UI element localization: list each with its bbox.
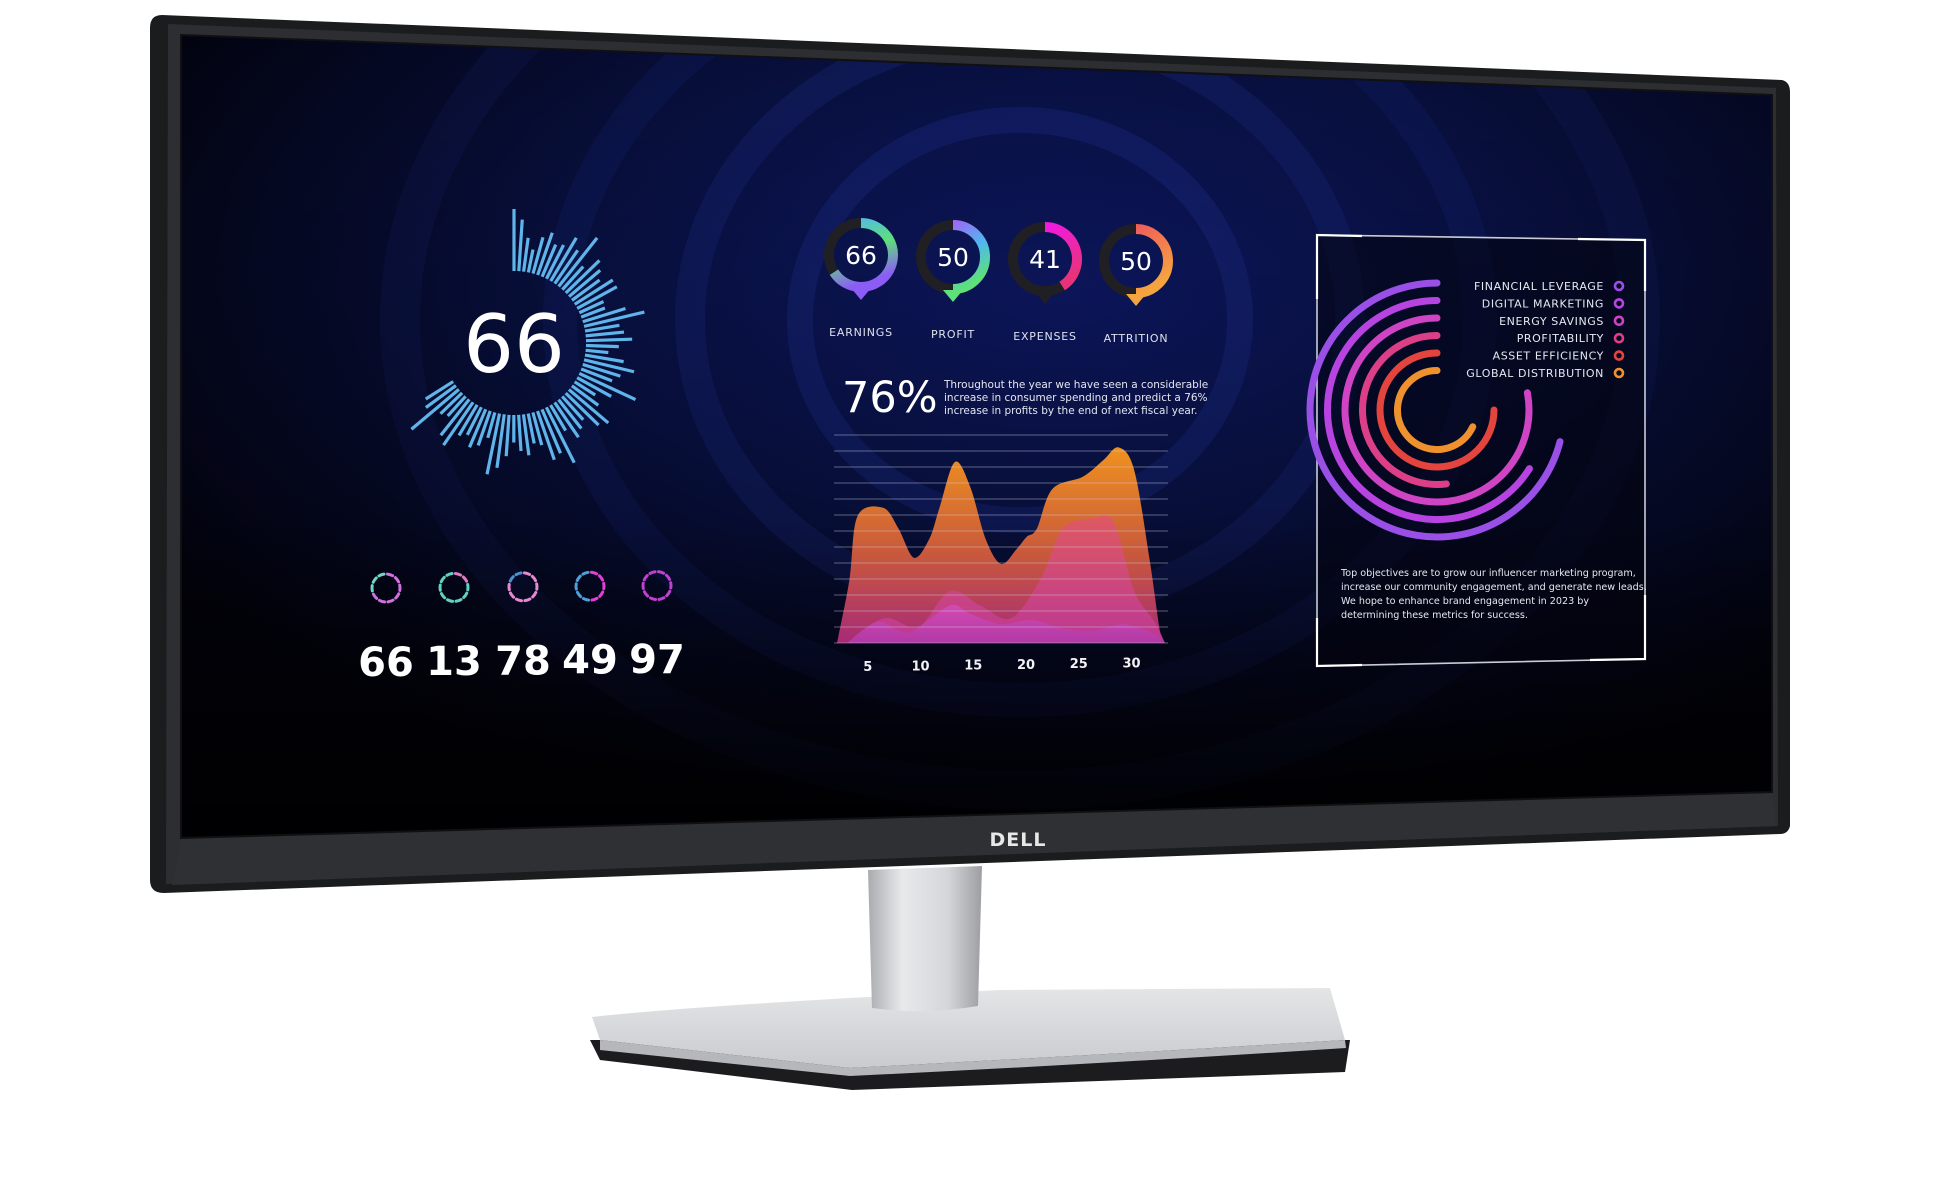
objectives-line-1: Top objectives are to grow our influence… bbox=[1340, 568, 1636, 579]
mini-stat-ring-segment bbox=[522, 571, 532, 576]
mini-stat-ring-segment bbox=[581, 570, 590, 576]
donut-value: 66 bbox=[845, 241, 877, 270]
gauge-value: 66 bbox=[463, 298, 565, 391]
mini-stat-ring-segment bbox=[514, 597, 524, 603]
mini-stat-ring-segment bbox=[648, 570, 657, 575]
objectives-line-2: increase our community engagement, and g… bbox=[1341, 582, 1647, 593]
monitor-stand bbox=[590, 866, 1350, 1090]
mini-stat-ring-segment bbox=[445, 572, 454, 577]
mini-stat-ring-segment bbox=[523, 597, 532, 603]
mini-stat-ring-segment bbox=[385, 572, 395, 578]
legend-label: GLOBAL DISTRIBUTION bbox=[1466, 367, 1604, 380]
monitor-product-scene: DELL 66 66 13 78 49 97 66 EARNINGS 50 PROFIT 41 E… bbox=[150, 15, 1790, 1090]
donut-label: EARNINGS bbox=[829, 326, 893, 339]
headline-line-3: increase in profits by the end of next f… bbox=[944, 405, 1198, 417]
legend-label: PROFITABILITY bbox=[1517, 332, 1604, 345]
legend-label: DIGITAL MARKETING bbox=[1482, 297, 1604, 310]
dell-logo: DELL bbox=[990, 829, 1047, 851]
mini-stat-ring-segment bbox=[589, 570, 599, 576]
mini-stat-ring-segment bbox=[648, 596, 658, 602]
objectives-panel: FINANCIAL LEVERAGE DIGITAL MARKETING ENERG… bbox=[1306, 233, 1647, 668]
mini-stat-value: 78 bbox=[495, 638, 551, 684]
mini-stat-ring-segment bbox=[377, 572, 386, 578]
x-tick-label: 10 bbox=[911, 659, 929, 674]
legend-label: ENERGY SAVINGS bbox=[1499, 315, 1604, 328]
mini-stat-ring-segment bbox=[445, 598, 455, 603]
x-tick-label: 15 bbox=[964, 659, 982, 674]
headline-percent: 76% bbox=[842, 373, 938, 423]
gauge-tick bbox=[585, 343, 619, 349]
mini-stat-value: 66 bbox=[358, 640, 414, 686]
mini-stat-ring-segment bbox=[454, 598, 463, 603]
donut-label: ATTRITION bbox=[1104, 332, 1169, 345]
mini-stat-ring-segment bbox=[657, 596, 666, 601]
headline-line-1: Throughout the year we have seen a consi… bbox=[943, 379, 1208, 391]
donut-label: PROFIT bbox=[931, 328, 975, 341]
mini-stat-ring-segment bbox=[581, 597, 591, 602]
x-tick-label: 20 bbox=[1017, 658, 1035, 673]
mini-stat-ring-segment bbox=[386, 598, 395, 604]
mini-stat-ring-segment bbox=[377, 598, 387, 604]
legend-label: ASSET EFFICIENCY bbox=[1493, 350, 1604, 363]
mini-stat-ring-segment bbox=[590, 596, 599, 602]
gauge-tick bbox=[585, 337, 633, 343]
objectives-line-4: determining these metrics for success. bbox=[1341, 610, 1528, 621]
donut-label: EXPENSES bbox=[1013, 330, 1077, 343]
headline-text: Throughout the year we have seen a consi… bbox=[943, 379, 1208, 417]
monitor-screen: 66 66 13 78 49 97 66 EARNINGS 50 PROFIT 41 EXPENS… bbox=[181, 35, 1772, 838]
mini-stat-ring-segment bbox=[656, 570, 666, 575]
mini-stat-value: 97 bbox=[629, 637, 685, 683]
donut-value: 50 bbox=[1120, 247, 1152, 276]
x-tick-label: 5 bbox=[863, 660, 872, 675]
mini-stat-value: 49 bbox=[562, 638, 618, 684]
donut-value: 50 bbox=[937, 243, 969, 272]
x-tick-label: 25 bbox=[1070, 657, 1088, 672]
objectives-line-3: We hope to enhance brand engagement in 2… bbox=[1341, 596, 1589, 607]
headline-line-2: increase in consumer spending and predic… bbox=[944, 392, 1208, 404]
x-tick-label: 30 bbox=[1122, 656, 1140, 671]
mini-stat-value: 13 bbox=[426, 639, 482, 685]
mini-stat-ring-segment bbox=[514, 571, 523, 577]
donut-value: 41 bbox=[1029, 245, 1061, 274]
stand-neck bbox=[868, 866, 982, 1012]
mini-stat-ring-segment bbox=[453, 571, 463, 577]
legend-label: FINANCIAL LEVERAGE bbox=[1474, 280, 1604, 293]
